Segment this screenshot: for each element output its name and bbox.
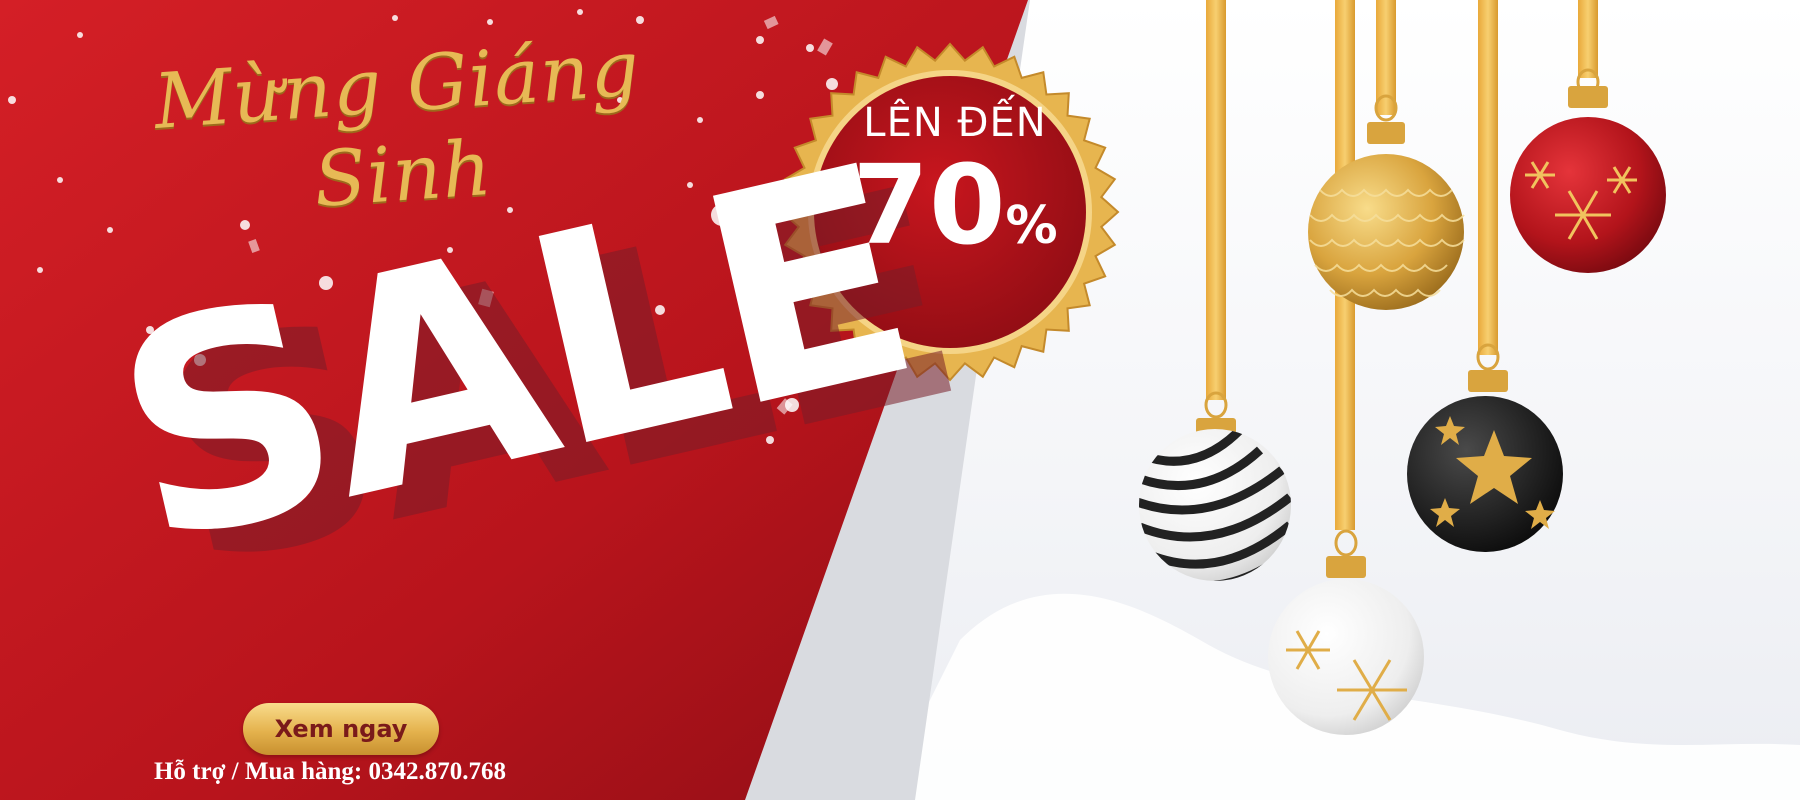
support-hotline: Hỗ trợ / Mua hàng: 0342.870.768	[153, 758, 507, 785]
view-now-button[interactable]: Xem ngay	[243, 703, 439, 755]
discount-badge-text: LÊN ĐẾN 70%	[800, 100, 1110, 264]
badge-percent-value: 70	[852, 141, 1006, 269]
badge-percent: 70%	[800, 147, 1110, 264]
promo-banner: Mừng Giáng Sinh SALE SALE LÊN ĐẾN 70% Xe…	[0, 0, 1800, 800]
badge-up-to-label: LÊN ĐẾN	[863, 100, 1047, 146]
badge-percent-unit: %	[1005, 196, 1058, 256]
